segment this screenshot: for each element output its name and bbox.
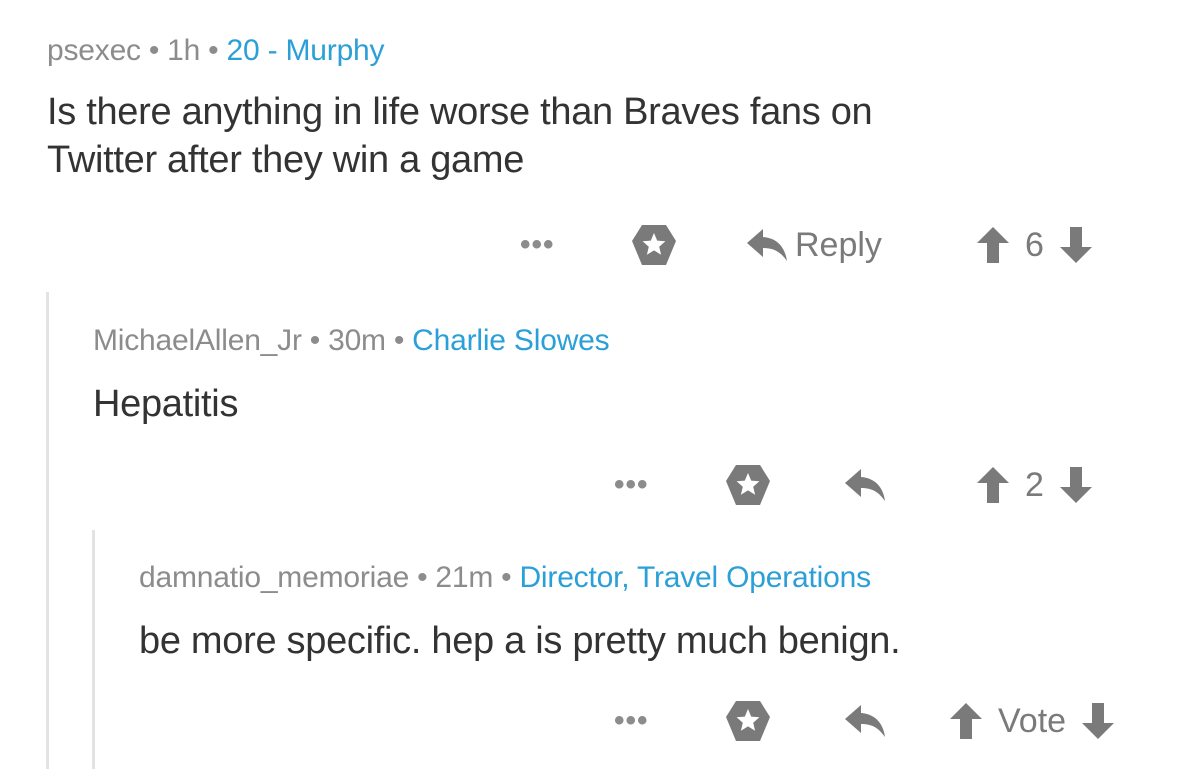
author-name[interactable]: MichaelAllen_Jr <box>93 324 302 357</box>
separator-dot: • <box>501 561 512 594</box>
save-button[interactable] <box>630 220 678 270</box>
user-flair: Charlie Slowes <box>412 324 610 357</box>
author-name[interactable]: psexec <box>47 34 141 67</box>
timestamp[interactable]: 30m <box>328 324 386 357</box>
arrow-up-icon[interactable] <box>948 701 984 741</box>
vote-score: 2 <box>1025 465 1044 504</box>
more-button[interactable]: ••• <box>614 696 649 746</box>
comment-text-line: Is there anything in life worse than Bra… <box>47 91 873 133</box>
arrow-down-icon[interactable] <box>1058 465 1094 505</box>
separator-dot: • <box>393 324 405 357</box>
comment-actions: ••• 2 <box>0 460 1200 510</box>
separator-dot: • <box>208 34 219 67</box>
comment-text: Is there anything in life worse than Bra… <box>47 88 873 184</box>
arrow-up-icon[interactable] <box>975 225 1011 265</box>
more-button[interactable]: ••• <box>520 220 555 270</box>
separator-dot: • <box>309 324 321 357</box>
comment-actions: ••• Reply 6 <box>0 220 1200 270</box>
comment-text: be more specific. hep a is pretty much b… <box>139 620 901 662</box>
arrow-down-icon[interactable] <box>1058 225 1094 265</box>
more-button[interactable]: ••• <box>614 460 649 510</box>
more-dots-icon: ••• <box>520 228 555 261</box>
vote-label: Vote <box>998 701 1067 740</box>
reply-arrow-icon <box>747 229 787 261</box>
arrow-down-icon[interactable] <box>1080 701 1116 741</box>
vote-controls: 6 <box>975 220 1094 270</box>
comment-text-line: Twitter after they win a game <box>47 139 525 181</box>
reply-arrow-icon <box>845 469 885 501</box>
comment-michaelallen-jr: MichaelAllen_Jr • 30m • Charlie Slowes Hepat… <box>93 324 610 428</box>
separator-dot: • <box>148 34 160 67</box>
author-name[interactable]: damnatio_memoriae <box>139 561 409 594</box>
vote-controls: 2 <box>975 460 1094 510</box>
comment-meta: MichaelAllen_Jr • 30m • Charlie Slowes <box>93 324 610 358</box>
vote-score: 6 <box>1025 225 1044 264</box>
comment-damnatio-memoriae: damnatio_memoriae • 21m • Director, Travel O… <box>139 561 901 665</box>
timestamp[interactable]: 21m <box>435 561 493 594</box>
more-dots-icon: ••• <box>614 468 649 501</box>
comment-actions: ••• Vote <box>0 696 1200 746</box>
user-flair: Director, Travel Operations <box>519 561 871 594</box>
reply-label: Reply <box>795 225 882 264</box>
more-dots-icon: ••• <box>614 704 649 737</box>
star-badge-icon <box>726 701 770 741</box>
user-flair: 20 - Murphy <box>226 34 385 67</box>
vote-controls: Vote <box>948 696 1116 746</box>
comment-text: Hepatitis <box>93 383 239 425</box>
reply-button[interactable] <box>843 460 887 510</box>
arrow-up-icon[interactable] <box>975 465 1011 505</box>
save-button[interactable] <box>724 696 772 746</box>
save-button[interactable] <box>724 460 772 510</box>
comment-meta: psexec • 1h • 20 - Murphy <box>47 34 872 68</box>
comment-psexec: psexec • 1h • 20 - Murphy Is there anything … <box>47 34 873 184</box>
reply-arrow-icon <box>845 705 885 737</box>
comment-meta: damnatio_memoriae • 21m • Director, Travel O… <box>139 561 900 595</box>
separator-dot: • <box>417 561 428 594</box>
timestamp[interactable]: 1h <box>167 34 200 67</box>
star-badge-icon <box>632 225 676 265</box>
reply-button[interactable]: Reply <box>745 220 882 270</box>
star-badge-icon <box>726 465 770 505</box>
reply-button[interactable] <box>843 696 887 746</box>
